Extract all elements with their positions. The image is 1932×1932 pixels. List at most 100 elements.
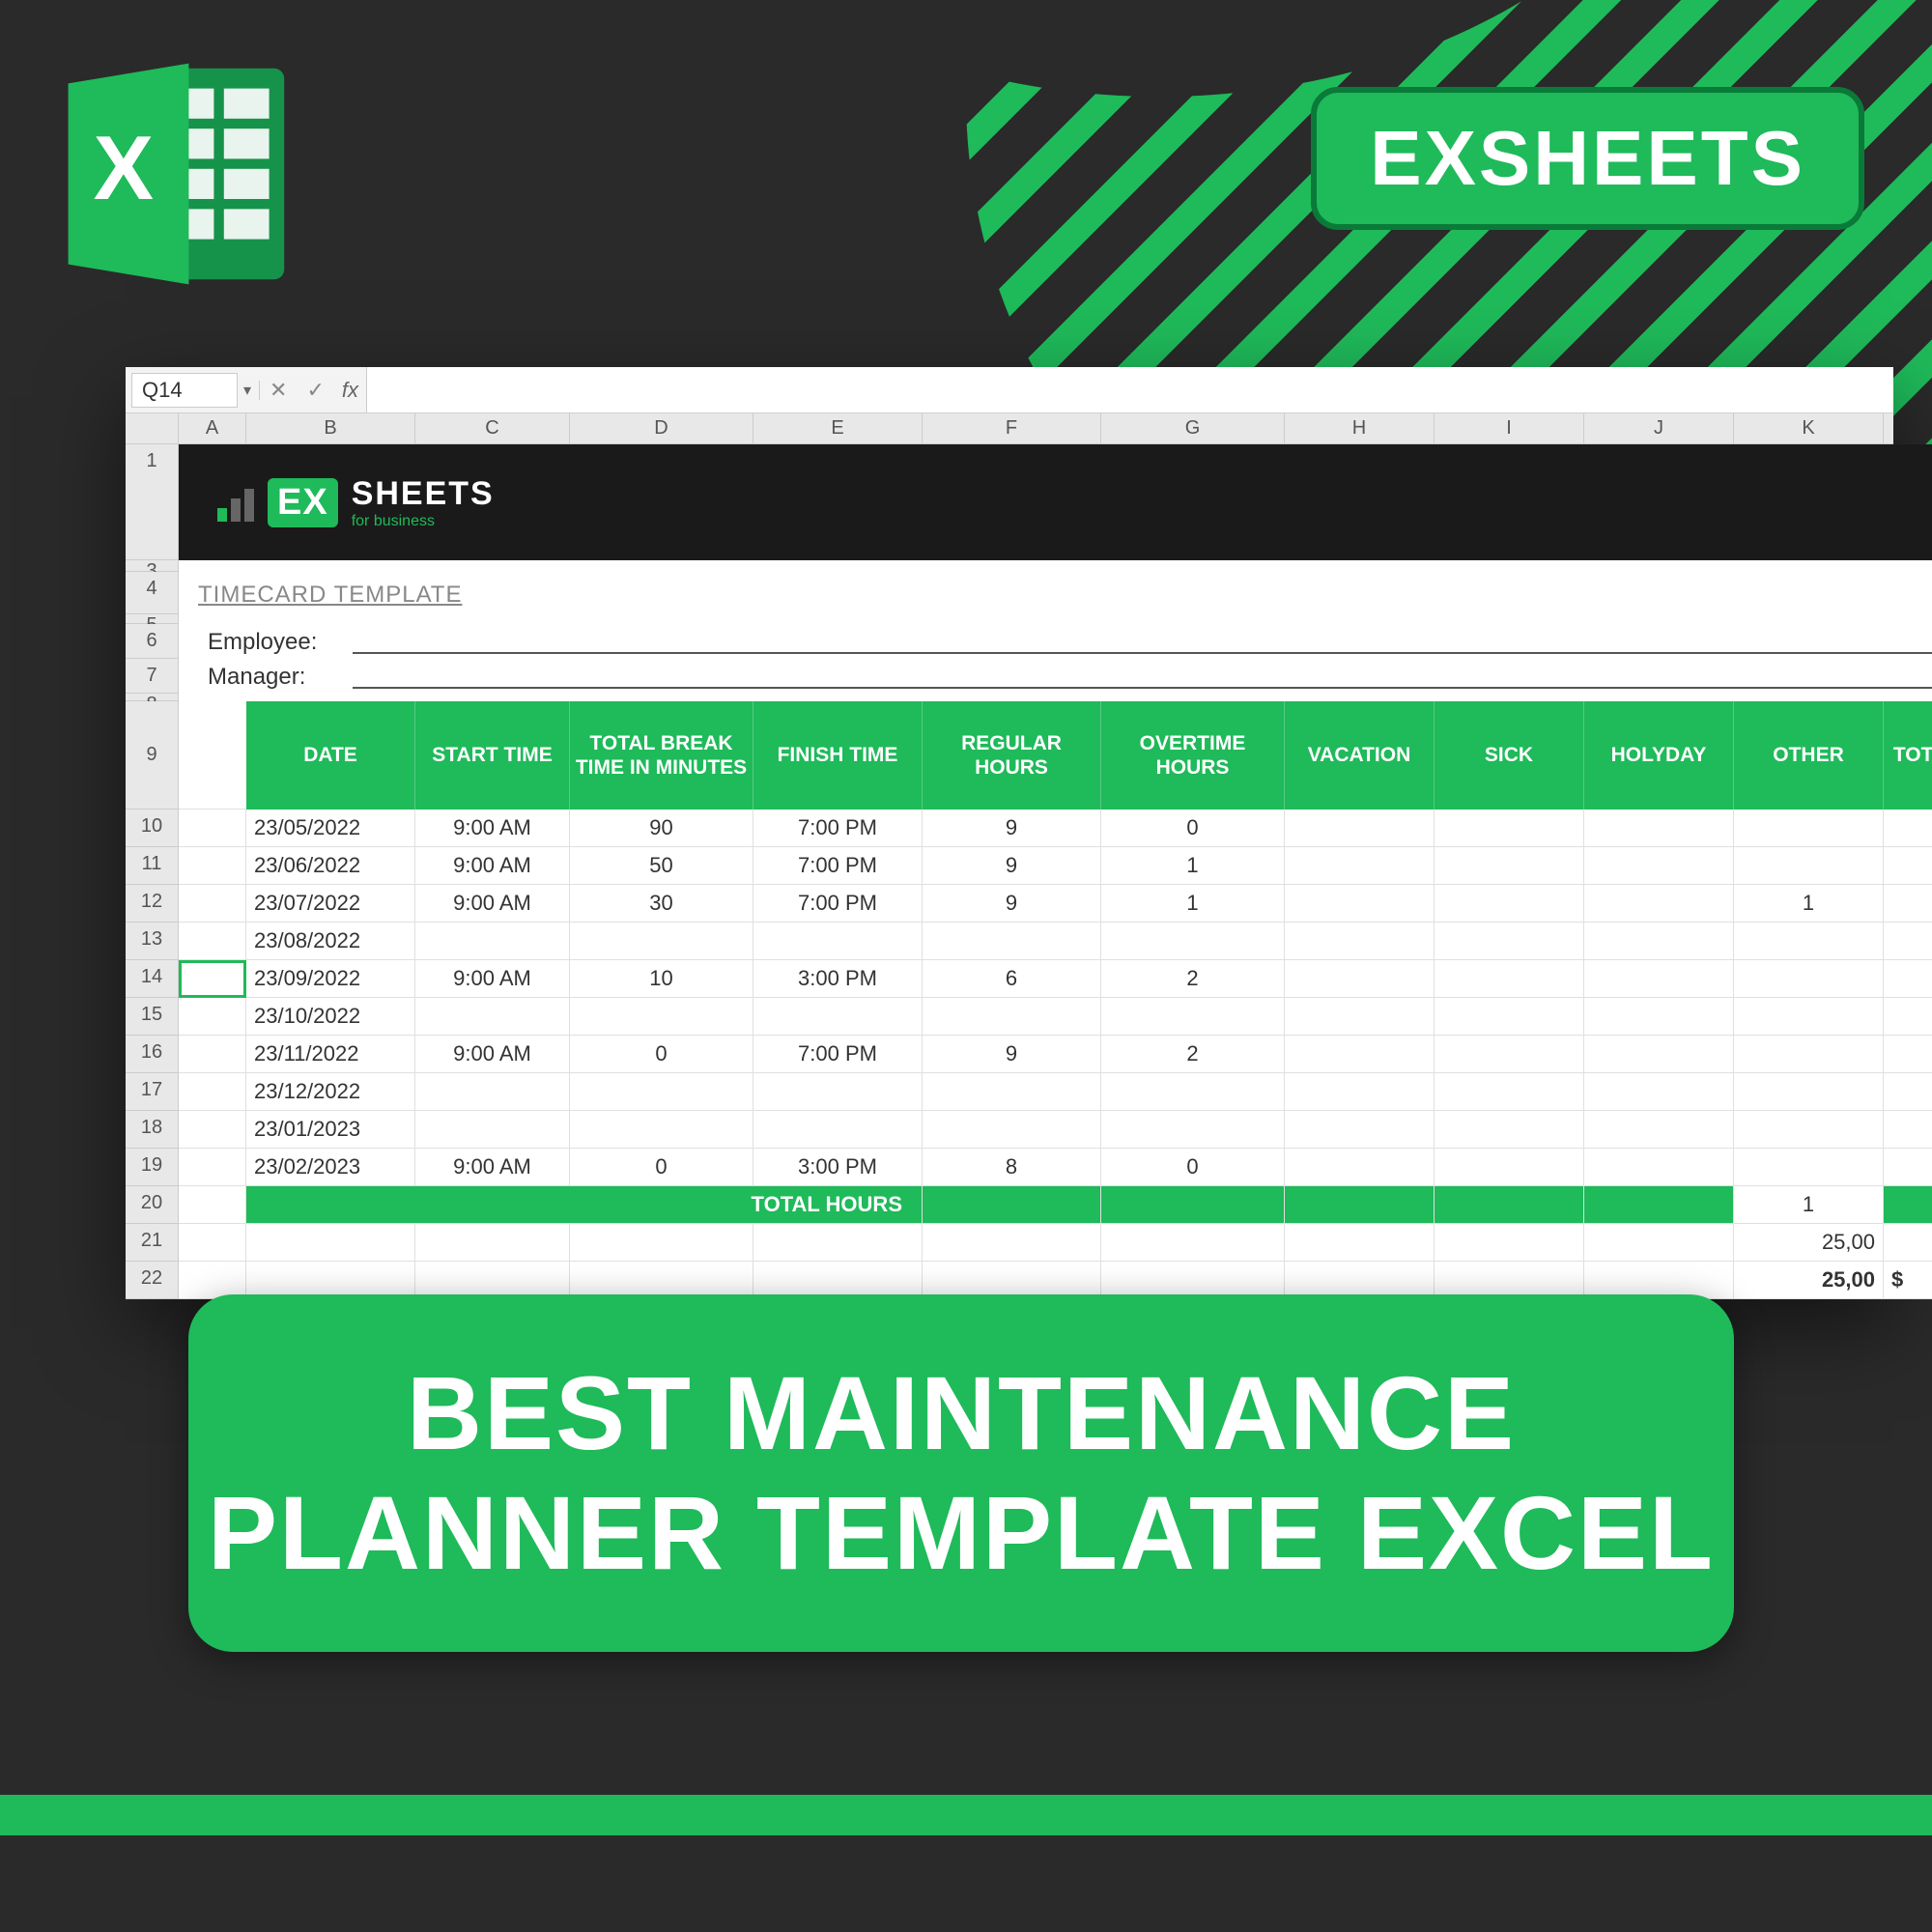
cell-tot[interactable]	[1884, 1149, 1932, 1186]
row-header[interactable]: 11	[126, 847, 179, 885]
cell-hol[interactable]	[1584, 885, 1734, 923]
spacer-cell[interactable]	[179, 1036, 246, 1073]
cell-reg[interactable]: 9	[923, 1036, 1101, 1073]
cell-break[interactable]	[570, 1073, 753, 1111]
employee-input-line[interactable]	[353, 631, 1932, 654]
cell-hol[interactable]	[1584, 1149, 1734, 1186]
cell-vac[interactable]	[1285, 1036, 1435, 1073]
cell-vac[interactable]	[1285, 1073, 1435, 1111]
cell-finish[interactable]: 7:00 PM	[753, 847, 923, 885]
spacer-cell[interactable]	[179, 998, 246, 1036]
cell-sick[interactable]	[1435, 998, 1584, 1036]
cell-tot[interactable]	[1884, 998, 1932, 1036]
cell-hol[interactable]	[1584, 1036, 1734, 1073]
cell-hol[interactable]	[1584, 810, 1734, 847]
cell-other[interactable]	[1734, 1036, 1884, 1073]
col-K[interactable]: K	[1734, 413, 1884, 443]
cell-start[interactable]: 9:00 AM	[415, 810, 570, 847]
cell-hol[interactable]	[1584, 1111, 1734, 1149]
cell-ot[interactable]: 0	[1101, 1149, 1285, 1186]
pay-tot[interactable]: $	[1884, 1262, 1932, 1299]
cell-vac[interactable]	[1285, 998, 1435, 1036]
col-E[interactable]: E	[753, 413, 923, 443]
cell-other[interactable]	[1734, 923, 1884, 960]
cell-tot[interactable]	[1884, 810, 1932, 847]
cell-start[interactable]: 9:00 AM	[415, 1149, 570, 1186]
cell-sick[interactable]	[1435, 1036, 1584, 1073]
cell-reg[interactable]	[923, 998, 1101, 1036]
row-header[interactable]: 19	[126, 1149, 179, 1186]
row-header[interactable]: 15	[126, 998, 179, 1036]
cell-sick[interactable]	[1435, 847, 1584, 885]
row-header[interactable]: 21	[126, 1224, 179, 1262]
cell-sick[interactable]	[1435, 960, 1584, 998]
cell-ot[interactable]: 1	[1101, 885, 1285, 923]
spacer-cell[interactable]	[179, 1111, 246, 1149]
spacer-cell[interactable]	[179, 1073, 246, 1111]
col-G[interactable]: G	[1101, 413, 1285, 443]
cell-finish[interactable]	[753, 1111, 923, 1149]
cell-vac[interactable]	[1285, 847, 1435, 885]
cell-vac[interactable]	[1285, 923, 1435, 960]
cell-date[interactable]: 23/11/2022	[246, 1036, 415, 1073]
cell-break[interactable]	[570, 998, 753, 1036]
col-J[interactable]: J	[1584, 413, 1734, 443]
cell-other[interactable]	[1734, 1149, 1884, 1186]
cell-date[interactable]: 23/01/2023	[246, 1111, 415, 1149]
cell-reg[interactable]: 9	[923, 810, 1101, 847]
select-all-cell[interactable]	[126, 413, 179, 443]
cell-date[interactable]: 23/06/2022	[246, 847, 415, 885]
cell-reg[interactable]: 8	[923, 1149, 1101, 1186]
cell-vac[interactable]	[1285, 810, 1435, 847]
col-B[interactable]: B	[246, 413, 415, 443]
spacer-cell[interactable]	[179, 885, 246, 923]
cell-break[interactable]: 90	[570, 810, 753, 847]
cell-break[interactable]: 50	[570, 847, 753, 885]
cell-tot[interactable]	[1884, 960, 1932, 998]
spacer-cell[interactable]	[179, 960, 246, 998]
cell-break[interactable]	[570, 923, 753, 960]
cell-other[interactable]: 1	[1734, 885, 1884, 923]
spreadsheet-grid[interactable]: 1 EX SHEETS for business 3 4 TIMECARD TE…	[126, 444, 1893, 1299]
cell-vac[interactable]	[1285, 960, 1435, 998]
col-L[interactable]: L	[1884, 413, 1932, 443]
cell-start[interactable]: 9:00 AM	[415, 847, 570, 885]
cell-ot[interactable]	[1101, 1111, 1285, 1149]
cell-date[interactable]: 23/08/2022	[246, 923, 415, 960]
formula-input[interactable]	[366, 367, 1893, 412]
cell-other[interactable]	[1734, 960, 1884, 998]
cell-other[interactable]	[1734, 847, 1884, 885]
cell-finish[interactable]: 3:00 PM	[753, 1149, 923, 1186]
cell-finish[interactable]: 7:00 PM	[753, 810, 923, 847]
cell-tot[interactable]	[1884, 1036, 1932, 1073]
cell-ot[interactable]: 1	[1101, 847, 1285, 885]
rate-other[interactable]: 25,00	[1734, 1224, 1884, 1262]
cell-hol[interactable]	[1584, 923, 1734, 960]
col-I[interactable]: I	[1435, 413, 1584, 443]
formula-accept-icon[interactable]: ✓	[297, 378, 333, 403]
cell-sick[interactable]	[1435, 1149, 1584, 1186]
row-header[interactable]: 3	[126, 560, 179, 572]
cell-ot[interactable]: 0	[1101, 810, 1285, 847]
col-F[interactable]: F	[923, 413, 1101, 443]
cell-date[interactable]: 23/09/2022	[246, 960, 415, 998]
name-box-dropdown-icon[interactable]: ▾	[243, 381, 260, 400]
total-other[interactable]: 1	[1734, 1186, 1884, 1224]
cell-sick[interactable]	[1435, 1073, 1584, 1111]
cell-break[interactable]: 0	[570, 1149, 753, 1186]
cell-other[interactable]	[1734, 810, 1884, 847]
cell-tot[interactable]	[1884, 885, 1932, 923]
cell-start[interactable]	[415, 998, 570, 1036]
cell-break[interactable]	[570, 1111, 753, 1149]
row-header[interactable]: 22	[126, 1262, 179, 1299]
cell-sick[interactable]	[1435, 923, 1584, 960]
cell-vac[interactable]	[1285, 1149, 1435, 1186]
cell-other[interactable]	[1734, 1111, 1884, 1149]
cell-date[interactable]: 23/07/2022	[246, 885, 415, 923]
row-header[interactable]: 6	[126, 624, 179, 659]
cell-hol[interactable]	[1584, 1073, 1734, 1111]
name-box[interactable]: Q14	[131, 373, 238, 408]
cell-date[interactable]: 23/10/2022	[246, 998, 415, 1036]
cell-tot[interactable]	[1884, 1073, 1932, 1111]
row-header[interactable]: 18	[126, 1111, 179, 1149]
